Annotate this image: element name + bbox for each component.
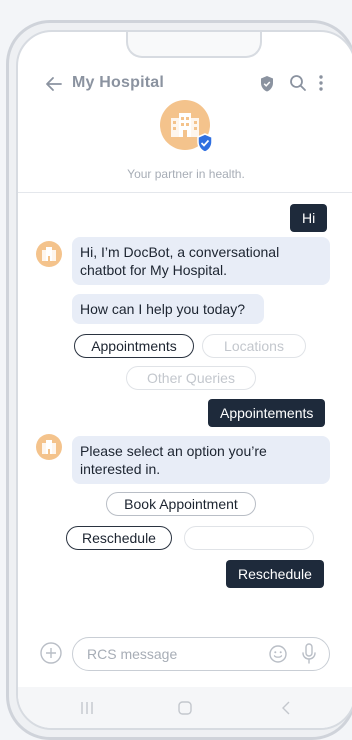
hospital-icon bbox=[42, 440, 56, 454]
hospital-icon bbox=[42, 247, 56, 261]
plus-icon[interactable] bbox=[40, 642, 62, 664]
emoji-icon[interactable] bbox=[269, 645, 287, 663]
bot-avatar bbox=[36, 241, 62, 267]
nav-home-icon[interactable] bbox=[178, 701, 192, 715]
brand-tagline: Your partner in health. bbox=[127, 167, 245, 181]
search-icon[interactable] bbox=[289, 74, 307, 92]
sent-message-hi: Hi bbox=[290, 204, 328, 232]
sent-message-reschedule: Reschedule bbox=[226, 560, 324, 588]
verified-badge-icon bbox=[197, 133, 213, 153]
header-divider bbox=[18, 192, 352, 193]
chip-empty[interactable] bbox=[184, 526, 314, 550]
chip-reschedule[interactable]: Reschedule bbox=[66, 526, 172, 550]
mic-icon[interactable] bbox=[301, 643, 317, 665]
bot-message-select: Please select an option you’re intereste… bbox=[72, 436, 330, 484]
kebab-menu-icon[interactable] bbox=[318, 74, 324, 92]
shield-icon[interactable] bbox=[259, 75, 275, 93]
system-navigation-bar bbox=[18, 687, 352, 728]
nav-recents-icon[interactable] bbox=[80, 701, 94, 715]
chip-book-appointment[interactable]: Book Appointment bbox=[106, 492, 256, 516]
sent-message-appointments: Appointements bbox=[208, 399, 326, 427]
page-title: My Hospital bbox=[72, 74, 164, 91]
phone-screen: My Hospital Your partner in health. Hi H… bbox=[16, 30, 352, 730]
chip-other-queries[interactable]: Other Queries bbox=[126, 366, 256, 390]
chip-locations[interactable]: Locations bbox=[202, 334, 306, 358]
bot-avatar bbox=[36, 434, 62, 460]
bot-message-intro: Hi, I’m DocBot, a conversational chatbot… bbox=[72, 237, 330, 285]
bot-message-help: How can I help you today? bbox=[72, 294, 264, 324]
phone-notch bbox=[126, 32, 262, 58]
back-arrow-icon[interactable] bbox=[44, 74, 64, 94]
chat-header: My Hospital bbox=[18, 72, 352, 96]
chip-appointments[interactable]: Appointments bbox=[74, 334, 194, 358]
nav-back-icon[interactable] bbox=[280, 701, 294, 715]
message-composer[interactable]: RCS message bbox=[72, 637, 330, 671]
message-input-placeholder[interactable]: RCS message bbox=[87, 646, 177, 662]
